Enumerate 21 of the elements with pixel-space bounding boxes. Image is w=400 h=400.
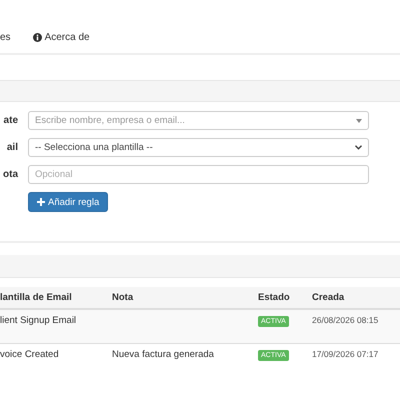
column-header: Estado [258,287,312,309]
field-label: ota [2,169,18,180]
note-input[interactable]: Opcional [28,165,369,184]
table-cell: voice Created [0,348,59,360]
column-header: lantilla de Email [0,287,112,309]
caret-icon [356,118,362,122]
column-header: Creada [312,287,400,309]
column-header: Nota [112,287,258,309]
template-select[interactable]: -- Selecciona una plantilla -- [28,138,369,157]
info-icon [32,33,42,42]
nav-link[interactable]: es [0,32,11,43]
chevron-icon [355,145,362,150]
plus-icon [37,198,45,206]
table-cell: lient Signup Email [0,315,76,326]
add-rule-button[interactable]: Añadir regla [28,192,108,212]
table-cell: 17/09/2026 07:17 [312,348,378,358]
field-label: ail [6,142,18,153]
table-cell: Nueva factura generada [112,348,214,360]
field-label: ate [2,115,18,126]
table-cell: 26/08/2026 08:15 [312,315,378,325]
nav-link[interactable]: Acerca de [32,32,90,43]
